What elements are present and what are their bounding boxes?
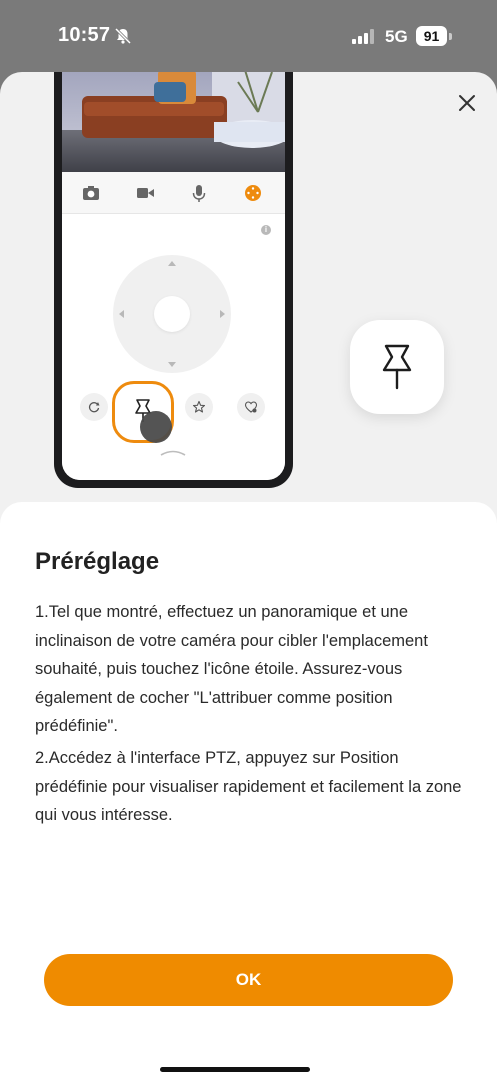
star-icon [192, 400, 206, 413]
info-icon[interactable]: i [261, 225, 271, 235]
camera-feed-image [62, 72, 285, 172]
refresh-icon [88, 402, 100, 413]
status-time: 10:57 [58, 24, 111, 46]
camera-icon[interactable] [81, 183, 101, 203]
heart-icon [244, 401, 258, 413]
arrow-right-icon [220, 310, 225, 318]
battery-tip [449, 33, 452, 40]
preset-help-sheet: i Préréglage 1.Tel que montré, effectuez… [0, 72, 497, 1080]
close-icon[interactable] [452, 88, 482, 118]
instructions-panel: Préréglage 1.Tel que montré, effectuez u… [0, 502, 497, 1080]
pin-icon [382, 344, 412, 390]
microphone-icon[interactable] [189, 183, 209, 203]
video-icon[interactable] [135, 183, 155, 203]
preset-pin-card [350, 320, 444, 414]
page-title: Préréglage [35, 548, 160, 575]
bell-muted-icon [114, 27, 132, 45]
ptz-control-area: i [62, 215, 285, 480]
heart-settings-button[interactable] [237, 393, 265, 421]
instruction-step-1: 1.Tel que montré, effectuez un panoramiq… [35, 603, 428, 735]
phone-illustration: i [54, 72, 293, 488]
touch-indicator [140, 411, 172, 443]
arrow-down-icon [168, 362, 176, 367]
arrow-left-icon [119, 310, 124, 318]
signal-icon [352, 29, 374, 44]
ok-button[interactable]: OK [44, 954, 453, 1006]
battery-level: 91 [416, 26, 447, 46]
ptz-joystick[interactable] [113, 255, 231, 373]
status-bar: 10:57 5G 91 [0, 0, 497, 72]
home-indicator [160, 1067, 310, 1072]
battery-indicator: 91 [416, 26, 452, 46]
network-label: 5G [385, 27, 408, 46]
favorite-button[interactable] [185, 393, 213, 421]
chevron-up-icon[interactable] [159, 448, 187, 456]
phone-screen: i [62, 72, 285, 480]
arrow-up-icon [168, 261, 176, 266]
cruise-button[interactable] [80, 393, 108, 421]
instruction-step-2: 2.Accédez à l'interface PTZ, appuyez sur… [35, 749, 462, 824]
ptz-icon[interactable] [243, 183, 263, 203]
camera-toolbar [62, 172, 285, 214]
joystick-knob[interactable] [154, 296, 190, 332]
